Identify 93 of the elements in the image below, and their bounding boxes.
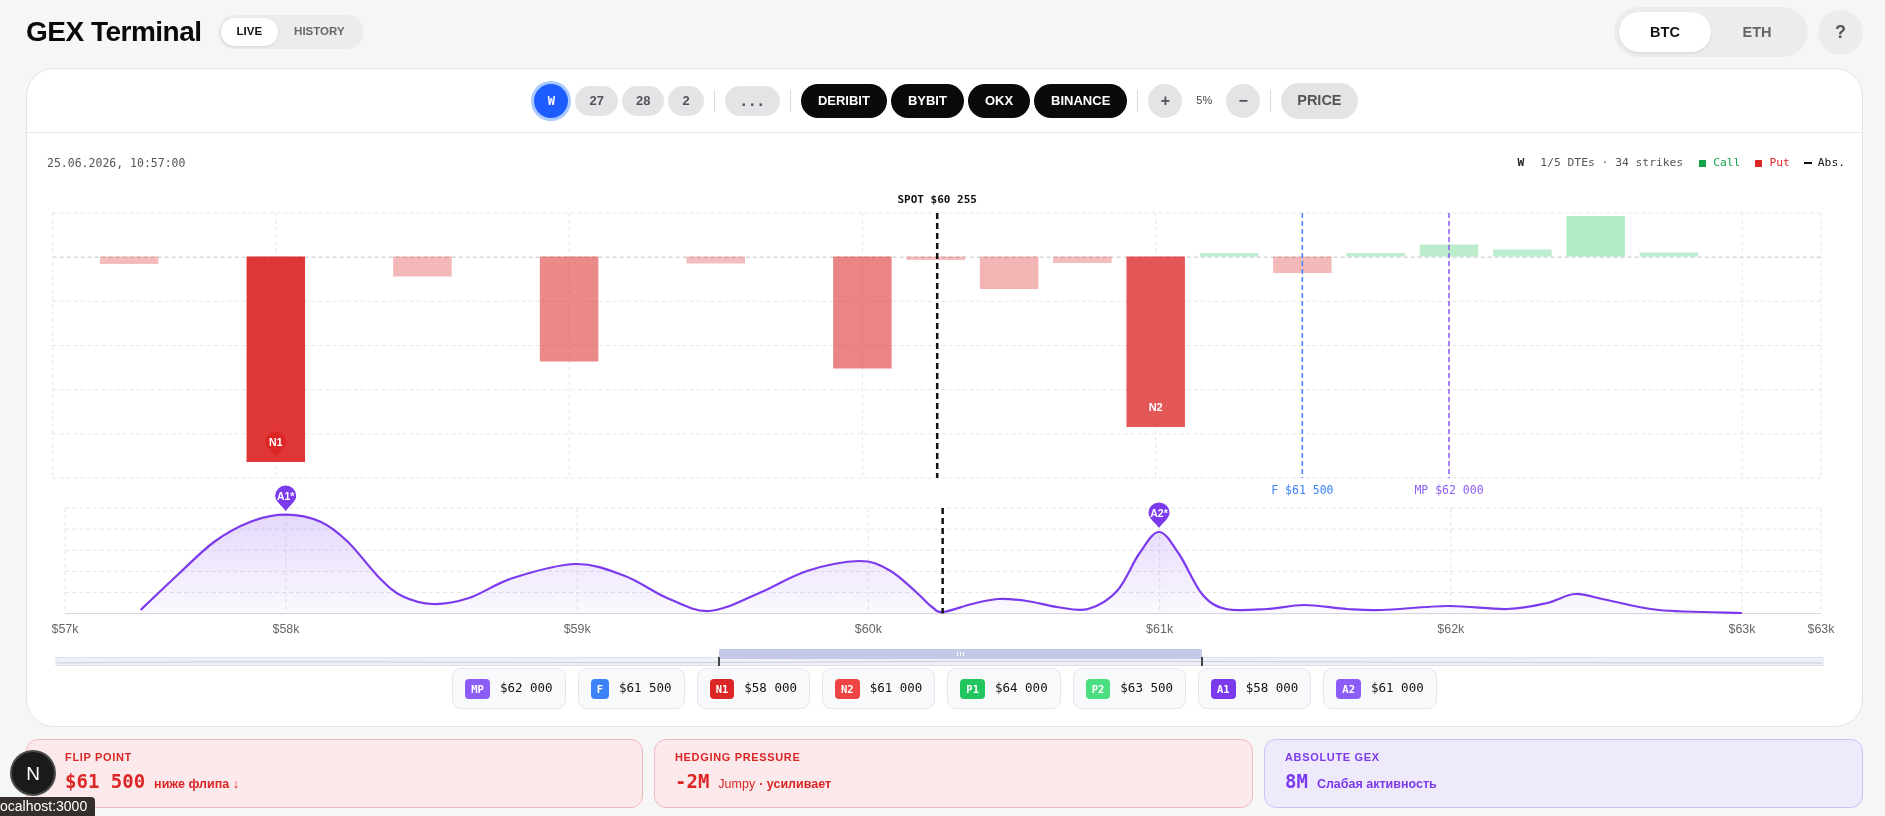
zoom-level: 5%: [1196, 93, 1213, 109]
level-tag: A2: [1336, 678, 1361, 699]
more-button[interactable]: ...: [724, 85, 780, 116]
stat-note: Слабая активность: [1316, 776, 1437, 793]
marker-pin: A2*: [1148, 502, 1170, 528]
level-value: $62 000: [499, 679, 553, 698]
exchange-button[interactable]: BYBIT: [890, 83, 964, 118]
level-chip[interactable]: A2 $61 000: [1323, 668, 1437, 709]
gex-bar: [686, 256, 745, 264]
level-chip[interactable]: MP $62 000: [452, 668, 566, 709]
axis-label: $60k: [854, 622, 882, 636]
bar-label: N2: [1148, 401, 1163, 413]
axis-label: $57k: [51, 622, 79, 636]
marker-pin: N1: [265, 431, 287, 457]
level-tag: A1: [1211, 678, 1236, 699]
stat-note: · усиливает: [759, 776, 832, 793]
level-value: $58 000: [744, 679, 797, 698]
help-button[interactable]: ?: [1818, 9, 1863, 55]
level-chip[interactable]: F $61 500: [577, 668, 685, 709]
gex-bar: [99, 256, 159, 264]
level-value: $61 500: [618, 679, 672, 698]
level-value: $58 000: [1245, 679, 1299, 698]
stat-tag: Jumpy: [718, 774, 756, 794]
price-button[interactable]: PRICE: [1281, 82, 1358, 119]
zoom-window[interactable]: [719, 649, 1202, 659]
marker-pin: A1*: [275, 485, 297, 511]
legend-label: Abs.: [1817, 156, 1845, 170]
chart-timestamp: 25.06.2026, 10:57:00: [47, 156, 186, 170]
level-value: $64 000: [995, 679, 1048, 698]
legend-summary: 1/5 DTEs · 34 strikes: [1540, 156, 1684, 170]
gex-bar: [393, 256, 452, 277]
stat-value: $61 500: [65, 771, 146, 791]
axis-label: $61k: [1146, 622, 1174, 636]
gex-bar: [1566, 216, 1625, 257]
gex-bar: [1053, 256, 1112, 263]
level-tag: P2: [1085, 678, 1111, 699]
axis-label: $63k: [1807, 622, 1835, 636]
level-tag: N1: [709, 678, 735, 699]
stat-label: FLIP POINT: [65, 750, 132, 764]
level-tag: N2: [835, 678, 860, 699]
gex-bar: [1639, 252, 1699, 257]
legend-label: Call: [1713, 156, 1741, 170]
exchange-button[interactable]: DERIBIT: [800, 83, 887, 118]
level-chip[interactable]: N1 $58 000: [696, 668, 810, 709]
gex-bar: [1493, 249, 1552, 257]
gex-bar: [906, 256, 965, 260]
expiry-button[interactable]: 27: [575, 85, 618, 116]
level-value: $63 500: [1120, 679, 1173, 698]
zoom-in-button[interactable]: +: [1148, 83, 1183, 118]
exchange-button[interactable]: BINANCE: [1034, 83, 1128, 118]
gex-bar: [1273, 256, 1332, 273]
gex-bar: [979, 256, 1039, 289]
axis-label: $62k: [1437, 622, 1465, 636]
stat-label: ABSOLUTE GEX: [1285, 750, 1380, 764]
level-chip[interactable]: N2 $61 000: [822, 668, 936, 709]
level-chip[interactable]: A1 $58 000: [1198, 668, 1312, 709]
expiry-button[interactable]: 2: [668, 85, 704, 116]
level-chip[interactable]: P2 $63 500: [1072, 668, 1186, 709]
level-tag: MP: [465, 678, 490, 699]
asset-tab[interactable]: ETH: [1711, 12, 1803, 52]
expiry-button[interactable]: 28: [621, 85, 665, 116]
gex-bar: [1346, 253, 1405, 257]
expiry-button[interactable]: W: [534, 83, 569, 118]
zoom-handle[interactable]: [718, 657, 720, 666]
legend-label: Put: [1769, 156, 1790, 170]
level-tag: F: [590, 678, 609, 699]
zoom-handle[interactable]: [1201, 657, 1203, 666]
level-value: $61 000: [1371, 679, 1424, 698]
stat-label: HEDGING PRESSURE: [675, 750, 801, 764]
app-title: GEX Terminal: [26, 18, 202, 46]
dev-badge[interactable]: N: [10, 750, 56, 796]
axis-label: $63k: [1728, 622, 1756, 636]
mode-tab[interactable]: HISTORY: [278, 18, 361, 46]
mode-tab[interactable]: LIVE: [220, 18, 279, 46]
stat-note: ниже флипа ↓: [154, 776, 239, 793]
gex-bar: [1199, 253, 1259, 257]
level-value: $61 000: [869, 679, 923, 698]
exchange-button[interactable]: OKX: [967, 83, 1031, 118]
max-pain-label: MP $62 000: [1414, 483, 1484, 497]
level-tag: P1: [960, 678, 985, 699]
axis-label: $58k: [272, 622, 300, 636]
level-chip[interactable]: P1 $64 000: [947, 668, 1061, 709]
url-tooltip: ocalhost:3000: [0, 797, 96, 816]
gex-bar: [1419, 244, 1479, 257]
axis-label: $59k: [563, 622, 591, 636]
legend-expiry: W: [1517, 156, 1525, 170]
stat-value: -2M: [675, 771, 710, 791]
flip-label: F $61 500: [1271, 483, 1334, 497]
zoom-out-button[interactable]: −: [1226, 83, 1261, 118]
spot-label: SPOT $60 255: [897, 193, 977, 206]
asset-tab[interactable]: BTC: [1619, 12, 1711, 52]
zoom-track[interactable]: [55, 657, 1824, 666]
stat-value: 8M: [1285, 771, 1308, 791]
